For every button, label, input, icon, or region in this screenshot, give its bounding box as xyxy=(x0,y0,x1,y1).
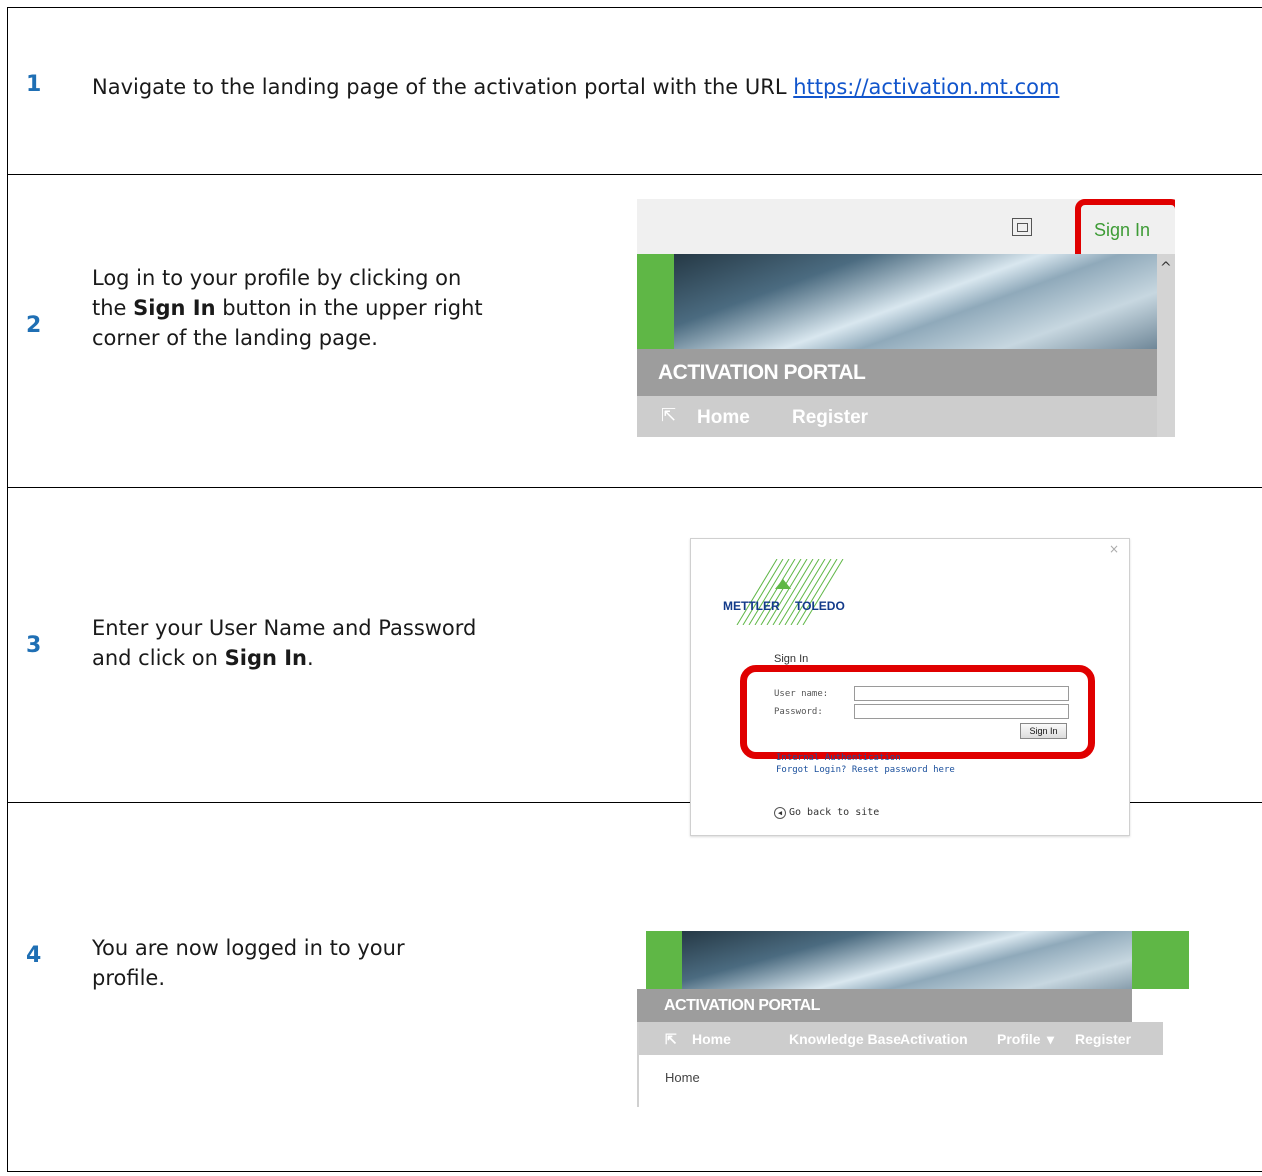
step-2-bold: Sign In xyxy=(133,296,216,320)
step-4-line-2: profile. xyxy=(92,966,166,990)
step-2-line-2-start: the xyxy=(92,296,134,320)
back-to-site-label: Go back to site xyxy=(789,807,880,818)
scroll-up-icon[interactable]: ^ xyxy=(1160,260,1172,276)
step-3-bold: Sign In xyxy=(224,646,308,670)
landing-page-screenshot: Sign In ^ ACTIVATION PORTAL ⇱ Home Regis… xyxy=(637,199,1175,437)
header-banner xyxy=(637,254,1157,349)
step-number: 3 xyxy=(26,633,42,658)
nav-bar: ⇱ Home Register xyxy=(637,396,1157,437)
home-icon[interactable]: ⇱ xyxy=(661,405,676,426)
divider xyxy=(637,1022,639,1107)
sign-in-dialog-screenshot: × METTLER TOLEDO Sign In User name: Pass… xyxy=(690,538,1130,836)
forgot-login-link[interactable]: Forgot Login? Reset password here xyxy=(776,765,955,775)
green-accent xyxy=(646,931,682,989)
portal-title-bar: ACTIVATION PORTAL xyxy=(637,349,1157,396)
internal-auth-link[interactable]: Internal Authentication xyxy=(776,753,901,763)
step-2-line-3: corner of the landing page. xyxy=(92,326,378,350)
step-2-line-2-end: button in the upper right xyxy=(215,296,483,320)
nav-activation[interactable]: Activation xyxy=(900,1031,968,1047)
step-4-line-1: You are now logged in to your xyxy=(92,936,405,960)
logged-in-screenshot: ACTIVATION PORTAL ⇱ Home Knowledge Base … xyxy=(637,931,1189,1107)
header-banner xyxy=(646,931,1172,989)
step-3-line-2-end: . xyxy=(307,646,314,670)
step-number: 1 xyxy=(26,72,42,97)
breadcrumb: Home xyxy=(665,1070,700,1085)
chevron-down-icon[interactable]: ▾ xyxy=(1047,1031,1054,1048)
portal-title: ACTIVATION PORTAL xyxy=(664,997,820,1014)
mettler-toledo-logo xyxy=(736,559,844,625)
step-1-text: Navigate to the landing page of the acti… xyxy=(92,75,794,99)
step-2-line-1: Log in to your profile by clicking on xyxy=(92,266,462,290)
step-2-line-2: the Sign In button in the upper right xyxy=(92,293,483,323)
sign-in-title: Sign In xyxy=(774,653,809,665)
nav-register[interactable]: Register xyxy=(792,407,868,429)
nav-home[interactable]: Home xyxy=(692,1031,731,1047)
back-to-site-link[interactable]: ◀ Go back to site xyxy=(774,807,879,819)
step-3-line-2: and click on Sign In. xyxy=(92,643,476,673)
step-number: 4 xyxy=(26,943,42,968)
step-text: Enter your User Name and Password and cl… xyxy=(92,613,476,673)
nav-profile[interactable]: Profile xyxy=(997,1031,1041,1047)
highlight-box xyxy=(740,665,1095,759)
activation-portal-link[interactable]: https://activation.mt.com xyxy=(793,75,1059,99)
nav-bar: ⇱ Home Knowledge Base Activation Profile… xyxy=(637,1022,1163,1055)
step-number: 2 xyxy=(26,313,42,338)
portal-title-bar: ACTIVATION PORTAL xyxy=(637,989,1132,1022)
nav-knowledge-base[interactable]: Knowledge Base xyxy=(789,1031,901,1047)
step-3-line-2-start: and click on xyxy=(92,646,225,670)
brand-toledo: TOLEDO xyxy=(795,599,845,613)
back-arrow-icon: ◀ xyxy=(774,807,786,819)
green-accent xyxy=(637,254,674,349)
step-text: Log in to your profile by clicking on th… xyxy=(92,263,483,353)
green-accent xyxy=(1132,931,1189,989)
focus-mode-icon[interactable] xyxy=(1012,218,1032,236)
scrollbar[interactable] xyxy=(1157,254,1175,437)
brand-mettler: METTLER xyxy=(723,599,780,613)
portal-title: ACTIVATION PORTAL xyxy=(658,361,866,384)
step-3-line-1: Enter your User Name and Password xyxy=(92,616,477,640)
step-row-1: 1 Navigate to the landing page of the ac… xyxy=(8,8,1262,175)
step-text: You are now logged in to your profile. xyxy=(92,933,405,993)
nav-register[interactable]: Register xyxy=(1075,1031,1131,1047)
step-text: Navigate to the landing page of the acti… xyxy=(92,72,1059,102)
home-icon[interactable]: ⇱ xyxy=(665,1031,677,1048)
nav-home[interactable]: Home xyxy=(697,407,750,429)
close-icon[interactable]: × xyxy=(1109,542,1119,556)
